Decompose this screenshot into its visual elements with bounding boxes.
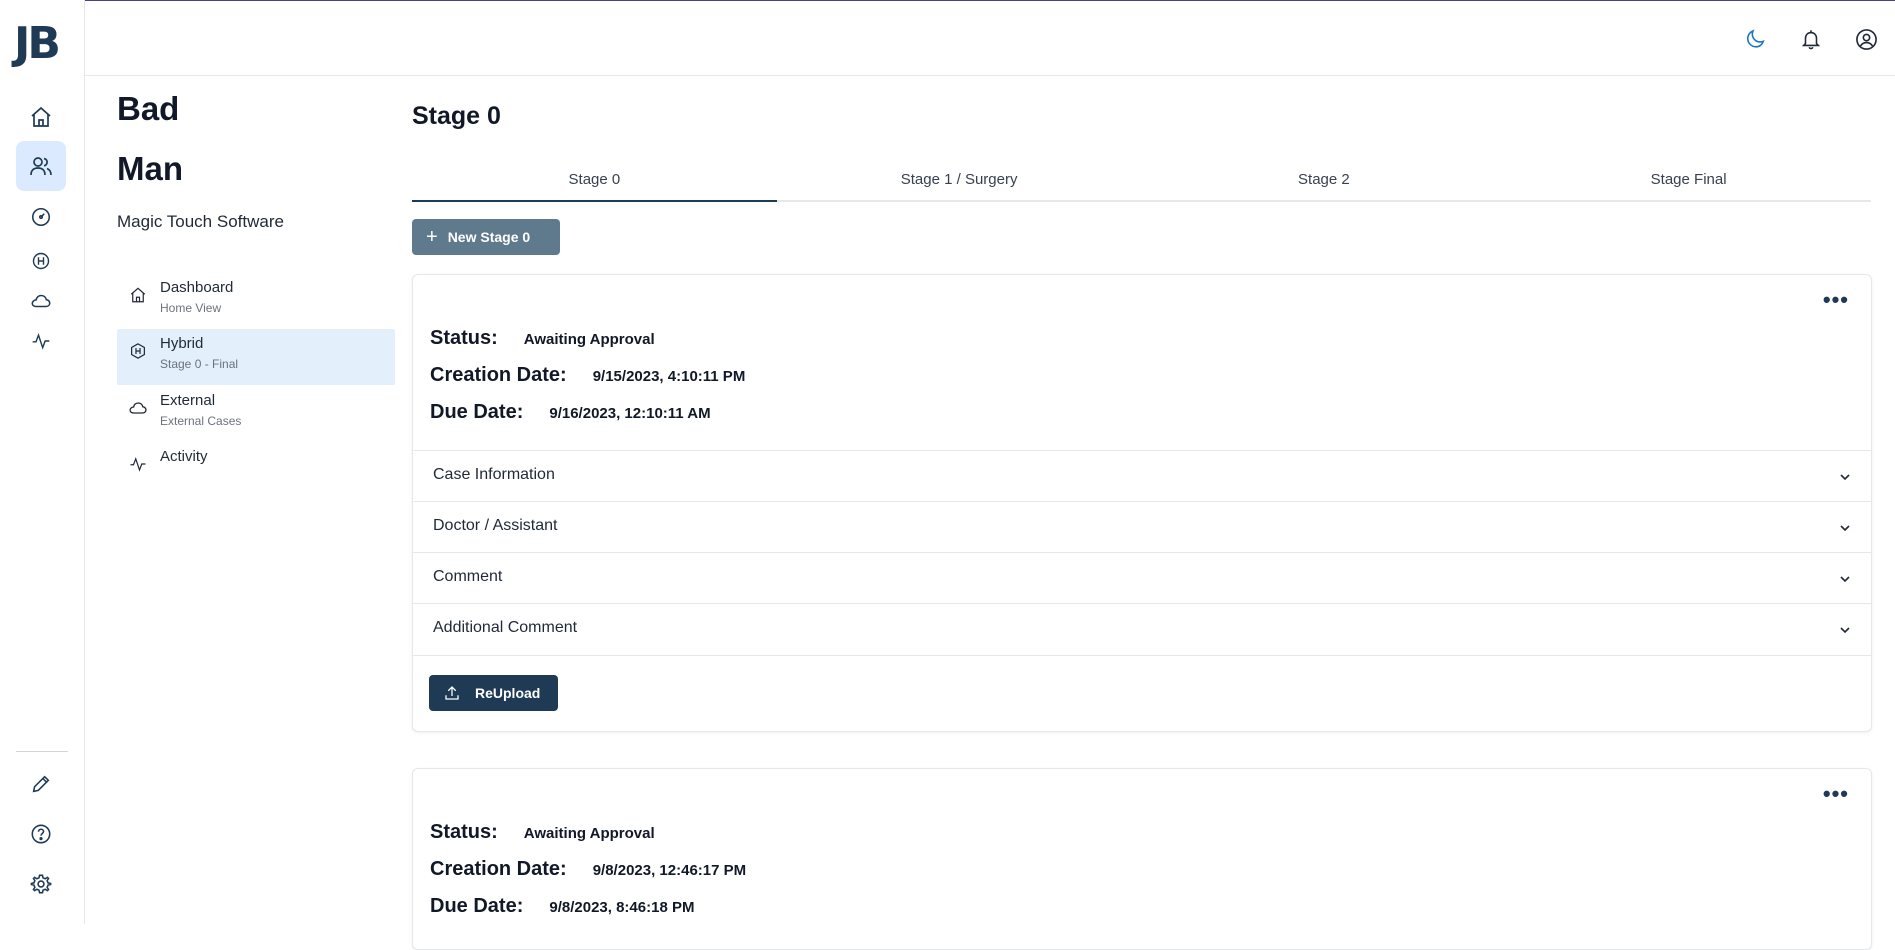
sidebar-item-external[interactable]: External External Cases [117,386,395,442]
due-date-row: Due Date: 9/8/2023, 8:46:18 PM [430,895,694,918]
home-icon [31,106,51,127]
secondary-sidebar: Bad Man Magic Touch Software Dashboard H… [85,76,405,924]
gear-icon [30,874,52,894]
status-label: Status: [430,821,498,843]
plus-icon: + [426,226,438,248]
reupload-button-label: ReUpload [475,685,541,701]
tab-stage-2[interactable]: Stage 2 [1142,168,1507,200]
page-title: Stage 0 [412,102,501,130]
moon-icon [1746,29,1765,48]
sidebar-item-label: Dashboard [160,279,234,296]
account-button[interactable] [1852,25,1880,53]
bell-icon [1801,30,1821,50]
app-logo[interactable]: JB [14,18,61,69]
accordion-comment[interactable]: Comment [413,552,1871,604]
creation-date-row: Creation Date: 9/8/2023, 12:46:17 PM [430,858,746,881]
accordion-label: Doctor / Assistant [433,517,558,534]
notifications-button[interactable] [1797,25,1825,53]
due-date-label: Due Date: [430,401,524,423]
accordion-doctor-assistant[interactable]: Doctor / Assistant [413,501,1871,553]
sidebar-item-dashboard[interactable]: Dashboard Home View [117,273,395,329]
top-header [85,1,1895,76]
more-options-icon[interactable]: ••• [1823,287,1849,313]
due-date-value: 9/8/2023, 8:46:18 PM [549,899,695,916]
sidebar-item-label: External [160,392,216,409]
home-icon [127,284,149,306]
chevron-down-icon [1840,576,1850,583]
stage-card: ••• Status: Awaiting Approval Creation D… [412,274,1872,732]
sidebar-item-activity[interactable]: Activity [117,442,395,482]
accordion-case-information[interactable]: Case Information [413,450,1871,502]
accordion-label: Comment [433,568,503,585]
creation-date-label: Creation Date: [430,858,567,880]
status-value: Awaiting Approval [523,331,655,348]
cloud-icon [127,397,149,419]
profile-last-name: Man [117,150,183,187]
creation-date-value: 9/15/2023, 4:10:11 PM [592,368,746,385]
company-name: Magic Touch Software [117,212,284,231]
chevron-down-icon [1840,525,1850,532]
creation-date-value: 9/8/2023, 12:46:17 PM [592,862,747,879]
stage-tabs: Stage 0 Stage 1 / Surgery Stage 2 Stage … [412,168,1871,202]
user-circle-icon [1855,28,1877,50]
pencil-icon [32,775,50,793]
rail-edit-button[interactable] [16,759,66,809]
creation-date-row: Creation Date: 9/15/2023, 4:10:11 PM [430,364,745,387]
sidebar-item-sublabel: External Cases [160,414,242,428]
users-icon [30,157,52,176]
rail-activity-button[interactable] [16,316,66,366]
new-stage-button[interactable]: + New Stage 0 [412,219,560,255]
rail-divider [16,751,68,752]
rail-help-button[interactable] [16,809,66,859]
gauge-icon [31,207,51,227]
rail-gauge-button[interactable] [16,192,66,242]
sidebar-item-label: Activity [160,448,208,465]
reupload-button[interactable]: ReUpload [429,675,558,711]
activity-icon [127,453,149,475]
help-icon [31,824,51,844]
activity-icon [32,333,50,350]
icon-rail: JB [0,0,85,924]
due-date-value: 9/16/2023, 12:10:11 AM [549,405,711,422]
rail-home-button[interactable] [16,92,66,142]
rail-users-button[interactable] [16,141,66,191]
status-row: Status: Awaiting Approval [430,327,655,350]
cloud-icon [31,294,51,308]
accordion-additional-comment[interactable]: Additional Comment [413,603,1871,656]
tab-stage-0[interactable]: Stage 0 [412,168,777,202]
creation-date-label: Creation Date: [430,364,567,386]
status-value: Awaiting Approval [523,825,655,842]
status-row: Status: Awaiting Approval [430,821,655,844]
hybrid-h-icon [32,252,50,270]
accordion-label: Additional Comment [433,619,578,636]
more-options-icon[interactable]: ••• [1823,781,1849,807]
accordion-label: Case Information [433,466,555,483]
main-content: Stage 0 Stage 0 Stage 1 / Surgery Stage … [412,76,1872,950]
sidebar-item-hybrid[interactable]: Hybrid Stage 0 - Final [117,329,395,385]
sidebar-item-label: Hybrid [160,335,204,352]
theme-toggle-button[interactable] [1742,25,1770,53]
due-date-label: Due Date: [430,895,524,917]
sidebar-item-sublabel: Home View [160,301,222,315]
stage-card: ••• Status: Awaiting Approval Creation D… [412,768,1872,950]
status-label: Status: [430,327,498,349]
tab-stage-1-surgery[interactable]: Stage 1 / Surgery [777,168,1142,200]
due-date-row: Due Date: 9/16/2023, 12:10:11 AM [430,401,711,424]
upload-icon [445,686,459,700]
rail-settings-button[interactable] [16,859,66,909]
new-stage-button-label: New Stage 0 [447,229,531,245]
hybrid-h-icon [127,340,149,362]
sidebar-item-sublabel: Stage 0 - Final [160,357,239,371]
chevron-down-icon [1840,627,1850,634]
tab-stage-final[interactable]: Stage Final [1506,168,1871,200]
profile-first-name: Bad [117,90,180,127]
chevron-down-icon [1840,474,1850,481]
